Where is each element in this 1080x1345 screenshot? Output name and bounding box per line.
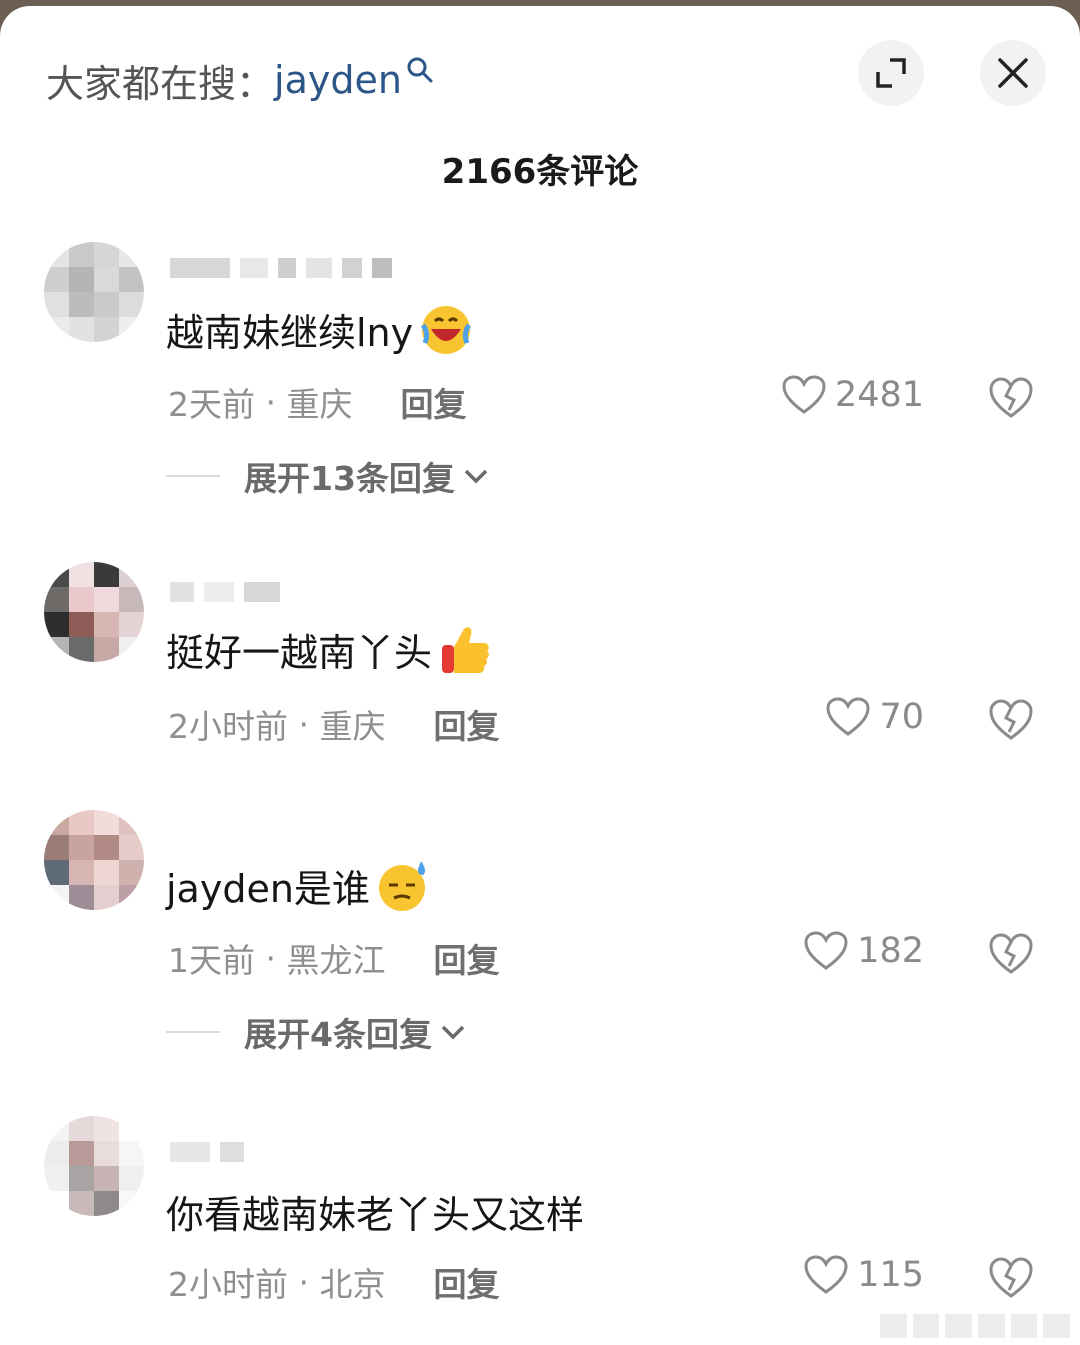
- chevron-down-icon: [464, 469, 488, 484]
- broken-heart-icon[interactable]: [988, 376, 1034, 420]
- search-term[interactable]: jayden: [274, 58, 402, 102]
- reply-button[interactable]: 回复: [433, 1258, 499, 1306]
- trending-search-link[interactable]: 大家都在搜： jayden: [46, 52, 434, 108]
- divider-dash: [166, 1031, 220, 1033]
- like-button[interactable]: 70: [825, 696, 924, 738]
- comment-text: 你看越南妹老丫头又这样: [166, 1193, 585, 1237]
- bottom-watermark-blurred: [880, 1314, 1071, 1338]
- comment-time: 2天前: [168, 385, 255, 424]
- username-blurred[interactable]: [170, 258, 392, 282]
- like-count: 115: [857, 1255, 924, 1295]
- fullscreen-button[interactable]: [858, 40, 924, 106]
- comment-time: 2小时前: [168, 707, 288, 746]
- comment-location: 重庆: [286, 385, 353, 424]
- like-button[interactable]: 115: [803, 1254, 924, 1296]
- broken-heart-icon[interactable]: [988, 1256, 1034, 1300]
- comment-text: jayden是谁: [166, 858, 430, 913]
- sweat-smile-emoji: [378, 860, 426, 911]
- comment-time: 2小时前: [168, 1265, 288, 1304]
- reply-button[interactable]: 回复: [433, 934, 499, 982]
- avatar[interactable]: [44, 562, 144, 662]
- grinning-sweat-tears-emoji: [421, 305, 472, 354]
- heart-icon: [782, 375, 826, 414]
- expand-replies-button[interactable]: 展开4条回复: [166, 1008, 466, 1056]
- comment-location: 黑龙江: [286, 941, 386, 980]
- expand-icon: [876, 58, 906, 88]
- like-button[interactable]: 2481: [781, 374, 924, 416]
- search-prefix: 大家都在搜：: [46, 61, 275, 106]
- reply-button[interactable]: 回复: [400, 378, 466, 426]
- thumbs-up-emoji: [442, 626, 489, 673]
- heart-icon: [804, 1255, 848, 1294]
- comment-location: 重庆: [319, 707, 386, 746]
- username-blurred[interactable]: [170, 582, 280, 606]
- comment-count-title: 2166条评论: [441, 152, 639, 192]
- broken-heart-icon[interactable]: [988, 698, 1034, 742]
- like-count: 70: [879, 697, 924, 737]
- avatar[interactable]: [44, 1116, 144, 1216]
- comment-meta: 1天前 · 黑龙江 回复: [168, 934, 499, 982]
- close-icon: [998, 58, 1028, 88]
- comment-text: 越南妹继续lny: [166, 302, 473, 357]
- meta-separator: ·: [255, 938, 287, 978]
- search-icon: [407, 57, 433, 83]
- comment-meta: 2天前 · 重庆 回复: [168, 378, 466, 426]
- heart-icon: [826, 697, 870, 736]
- heart-icon: [804, 931, 848, 970]
- comments-sheet: 大家都在搜： jayden 2166条评论 越南妹继续lny 2天前 · 重庆 …: [0, 6, 1080, 1345]
- username-blurred[interactable]: [170, 1142, 244, 1166]
- comment-time: 1天前: [168, 941, 255, 980]
- reply-button[interactable]: 回复: [433, 700, 499, 748]
- close-button[interactable]: [980, 40, 1046, 106]
- avatar[interactable]: [44, 242, 144, 342]
- like-button[interactable]: 182: [803, 930, 924, 972]
- like-count: 2481: [834, 375, 924, 415]
- like-count: 182: [857, 931, 924, 971]
- meta-separator: ·: [288, 1262, 320, 1302]
- expand-replies-button[interactable]: 展开13条回复: [166, 452, 489, 500]
- comment-location: 北京: [319, 1265, 386, 1304]
- meta-separator: ·: [255, 382, 287, 422]
- avatar[interactable]: [44, 810, 144, 910]
- comment-meta: 2小时前 · 重庆 回复: [168, 700, 499, 748]
- divider-dash: [166, 475, 220, 477]
- comment-meta: 2小时前 · 北京 回复: [168, 1258, 499, 1306]
- comment-text: 挺好一越南丫头: [166, 622, 492, 677]
- meta-separator: ·: [288, 704, 320, 744]
- chevron-down-icon: [441, 1025, 465, 1040]
- broken-heart-icon[interactable]: [988, 932, 1034, 976]
